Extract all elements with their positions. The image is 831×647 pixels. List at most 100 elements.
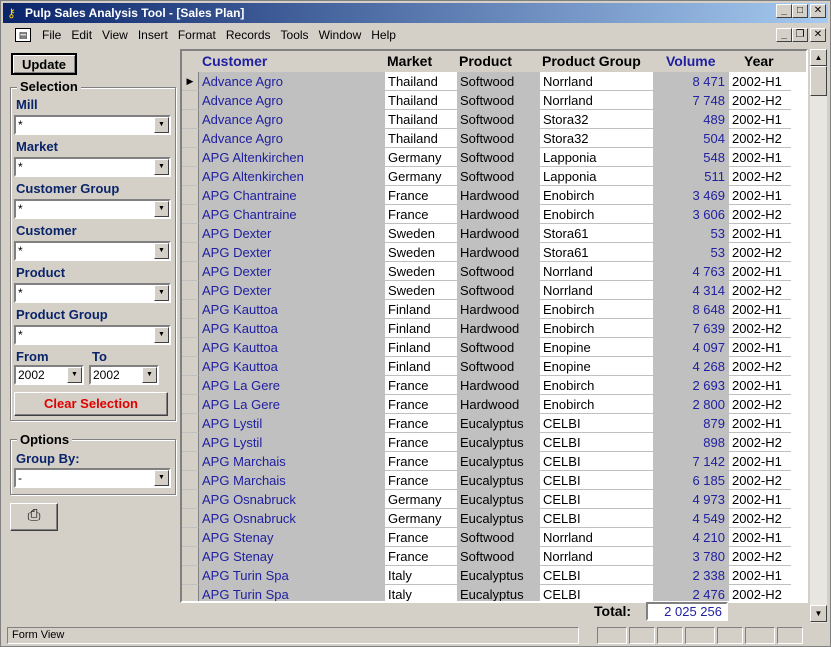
cell-volume[interactable]: 4 268 [653,357,729,376]
cell-customer[interactable]: Advance Agro [199,91,385,110]
cell-volume[interactable]: 4 763 [653,262,729,281]
header-year[interactable]: Year [744,53,774,69]
table-row[interactable]: APG Kauttoa Finland Hardwood Enobirch 8 648 2… [182,300,806,319]
header-product-group[interactable]: Product Group [542,53,641,69]
cell-year[interactable]: 2002-H1 [729,528,791,547]
cell-product-group[interactable]: Norrland [540,528,653,547]
cell-year[interactable]: 2002-H1 [729,110,791,129]
cell-year[interactable]: 2002-H2 [729,471,791,490]
cell-product[interactable]: Hardwood [457,205,540,224]
cell-year[interactable]: 2002-H1 [729,186,791,205]
print-button[interactable]: ⎙ [10,503,58,531]
cell-year[interactable]: 2002-H2 [729,205,791,224]
cell-volume[interactable]: 53 [653,224,729,243]
cell-volume[interactable]: 7 639 [653,319,729,338]
header-product[interactable]: Product [459,53,512,69]
cell-customer[interactable]: Advance Agro [199,72,385,91]
cell-product-group[interactable]: Norrland [540,281,653,300]
cell-customer[interactable]: APG Chantraine [199,186,385,205]
cell-product[interactable]: Softwood [457,528,540,547]
document-icon[interactable]: ▤ [15,28,31,42]
menu-window[interactable]: Window [314,28,367,42]
cell-market[interactable]: France [385,433,457,452]
cell-product-group[interactable]: Enobirch [540,205,653,224]
table-row[interactable]: APG Dexter Sweden Hardwood Stora61 53 2002-H1 [182,224,806,243]
cell-product[interactable]: Hardwood [457,395,540,414]
table-row[interactable]: APG Kauttoa Finland Hardwood Enobirch 7 639 2… [182,319,806,338]
cell-market[interactable]: France [385,205,457,224]
table-row[interactable]: APG La Gere France Hardwood Enobirch 2 693 20… [182,376,806,395]
cell-customer[interactable]: APG Chantraine [199,205,385,224]
group-by-combo[interactable]: - ▼ [14,468,171,488]
cell-market[interactable]: Sweden [385,262,457,281]
cell-customer[interactable]: APG Lystil [199,433,385,452]
update-button[interactable]: Update [11,53,77,75]
cell-customer[interactable]: APG La Gere [199,376,385,395]
to-year-combo[interactable]: 2002 ▼ [89,365,159,385]
cell-customer[interactable]: APG Turin Spa [199,566,385,585]
cell-market[interactable]: Sweden [385,224,457,243]
table-row[interactable]: APG Stenay France Softwood Norrland 4 210 200… [182,528,806,547]
cell-volume[interactable]: 2 338 [653,566,729,585]
cell-customer[interactable]: APG Marchais [199,452,385,471]
cell-market[interactable]: France [385,376,457,395]
table-row[interactable]: Advance Agro Thailand Softwood Stora32 489 20… [182,110,806,129]
cell-volume[interactable]: 6 185 [653,471,729,490]
row-selector[interactable] [182,319,199,338]
row-selector[interactable] [182,376,199,395]
cell-product-group[interactable]: Stora61 [540,224,653,243]
cell-customer[interactable]: APG La Gere [199,395,385,414]
row-selector[interactable] [182,452,199,471]
cell-volume[interactable]: 4 549 [653,509,729,528]
cell-product-group[interactable]: Enopine [540,338,653,357]
table-row[interactable]: APG Chantraine France Hardwood Enobirch 3 46… [182,186,806,205]
cell-year[interactable]: 2002-H1 [729,566,791,585]
menu-format[interactable]: Format [173,28,221,42]
cell-product-group[interactable]: Enobirch [540,186,653,205]
cell-customer[interactable]: APG Dexter [199,281,385,300]
minimize-button[interactable]: _ [776,4,792,18]
cell-product[interactable]: Hardwood [457,319,540,338]
table-row[interactable]: APG Marchais France Eucalyptus CELBI 6 185 20… [182,471,806,490]
cell-product-group[interactable]: CELBI [540,471,653,490]
menu-view[interactable]: View [97,28,133,42]
cell-product[interactable]: Eucalyptus [457,490,540,509]
cell-product-group[interactable]: CELBI [540,452,653,471]
cell-product[interactable]: Softwood [457,72,540,91]
row-selector[interactable] [182,547,199,566]
cell-market[interactable]: France [385,395,457,414]
menu-insert[interactable]: Insert [133,28,173,42]
row-selector[interactable] [182,490,199,509]
cell-volume[interactable]: 53 [653,243,729,262]
cell-product-group[interactable]: Lapponia [540,148,653,167]
cell-volume[interactable]: 8 648 [653,300,729,319]
cell-market[interactable]: Thailand [385,110,457,129]
scroll-thumb[interactable] [810,66,827,96]
cell-product-group[interactable]: Enobirch [540,395,653,414]
table-row[interactable]: APG Lystil France Eucalyptus CELBI 898 2002-H… [182,433,806,452]
cell-year[interactable]: 2002-H2 [729,243,791,262]
cell-product[interactable]: Hardwood [457,376,540,395]
close-button[interactable]: ✕ [810,4,826,18]
cell-customer[interactable]: APG Osnabruck [199,509,385,528]
table-row[interactable]: APG Dexter Sweden Softwood Norrland 4 314 200… [182,281,806,300]
menu-file[interactable]: File [37,28,66,42]
cell-customer[interactable]: APG Kauttoa [199,300,385,319]
cell-product-group[interactable]: Norrland [540,262,653,281]
table-row[interactable]: Advance Agro Thailand Softwood Norrland 7 74… [182,91,806,110]
chevron-down-icon[interactable]: ▼ [154,159,169,175]
cell-volume[interactable]: 4 314 [653,281,729,300]
cell-market[interactable]: Germany [385,509,457,528]
mdi-minimize-button[interactable]: _ [776,28,792,42]
header-market[interactable]: Market [387,53,432,69]
cell-year[interactable]: 2002-H1 [729,262,791,281]
row-selector[interactable] [182,148,199,167]
cell-market[interactable]: France [385,528,457,547]
cell-market[interactable]: Germany [385,490,457,509]
cell-product-group[interactable]: Stora32 [540,129,653,148]
table-row[interactable]: APG Dexter Sweden Softwood Norrland 4 763 200… [182,262,806,281]
cell-year[interactable]: 2002-H2 [729,167,791,186]
table-row[interactable]: APG Kauttoa Finland Softwood Enopine 4 268 20… [182,357,806,376]
table-row[interactable]: Advance Agro Thailand Softwood Stora32 504 20… [182,129,806,148]
cell-volume[interactable]: 2 476 [653,585,729,601]
